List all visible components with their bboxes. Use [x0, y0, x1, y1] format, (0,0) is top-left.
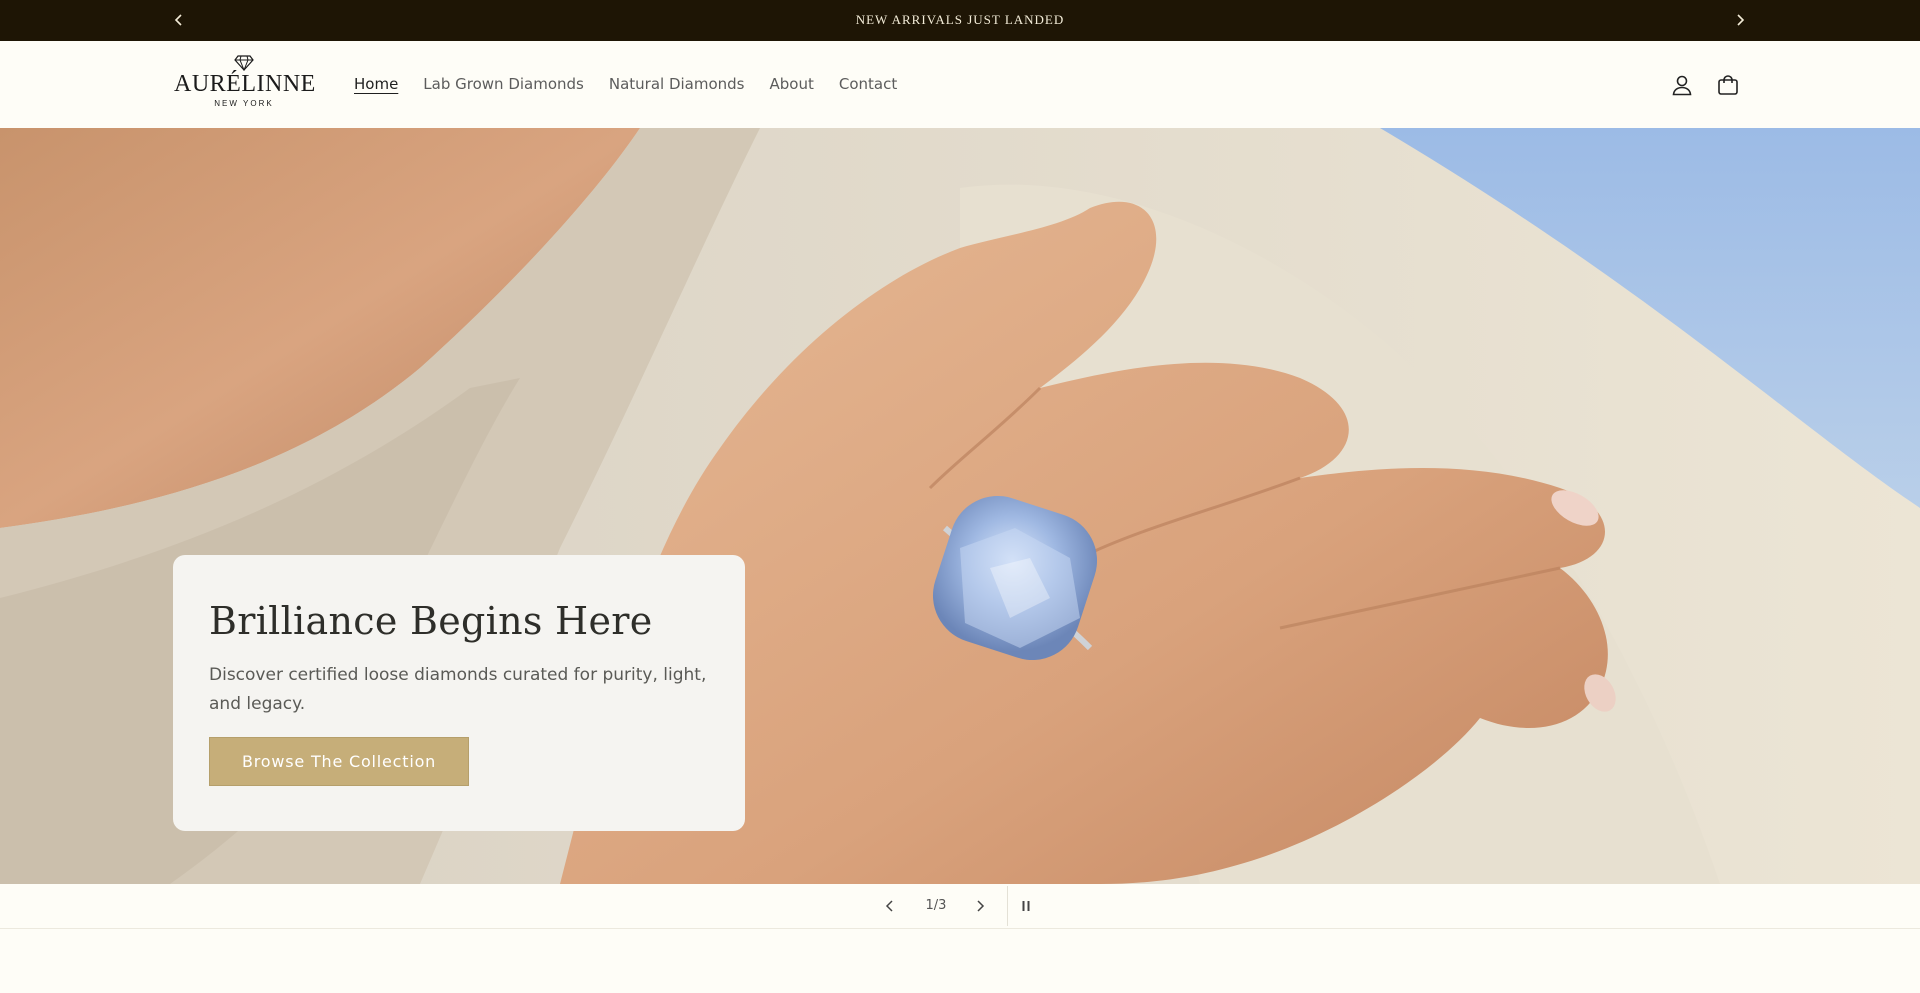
controls-divider: [1007, 886, 1008, 926]
nav-lab-grown-diamonds[interactable]: Lab Grown Diamonds: [423, 75, 584, 93]
logo[interactable]: AURÉLINNE NEW YORK: [174, 55, 316, 115]
nav-contact[interactable]: Contact: [839, 75, 897, 93]
nav-natural-diamonds[interactable]: Natural Diamonds: [609, 75, 745, 93]
slide-counter: 1/3: [925, 898, 947, 913]
cart-icon: [1718, 75, 1738, 95]
nav-about[interactable]: About: [770, 75, 814, 93]
browse-collection-button[interactable]: Browse The Collection: [209, 737, 470, 786]
chevron-left-icon: [885, 900, 893, 912]
announcement-bar: NEW ARRIVALS JUST LANDED: [0, 0, 1920, 41]
pause-icon: [1022, 901, 1030, 911]
hero-card: Brilliance Begins Here Discover certifie…: [173, 555, 745, 831]
announcement-next-button[interactable]: [1728, 8, 1752, 32]
hero-banner: Brilliance Begins Here Discover certifie…: [0, 128, 1920, 884]
hero-heading: Brilliance Begins Here: [209, 599, 653, 643]
logo-brand: AURÉLINNE: [174, 71, 316, 97]
nav-home[interactable]: Home: [354, 75, 398, 93]
chevron-right-icon: [977, 900, 985, 912]
chevron-right-icon: [1737, 14, 1745, 26]
main-nav: Home Lab Grown Diamonds Natural Diamonds…: [354, 75, 922, 93]
account-button[interactable]: [1668, 71, 1696, 99]
announcement-message: NEW ARRIVALS JUST LANDED: [855, 12, 1065, 27]
slideshow-controls: 1/3: [0, 884, 1920, 929]
slide-next-button[interactable]: [968, 894, 992, 918]
cart-button[interactable]: [1714, 71, 1742, 99]
slide-pause-button[interactable]: [1014, 894, 1038, 918]
diamond-icon: [234, 55, 254, 71]
site-header: AURÉLINNE NEW YORK Home Lab Grown Diamon…: [0, 41, 1920, 128]
logo-subtitle: NEW YORK: [214, 99, 274, 108]
user-icon: [1672, 75, 1692, 96]
slide-prev-button[interactable]: [878, 894, 902, 918]
hero-text: Discover certified loose diamonds curate…: [209, 665, 707, 714]
